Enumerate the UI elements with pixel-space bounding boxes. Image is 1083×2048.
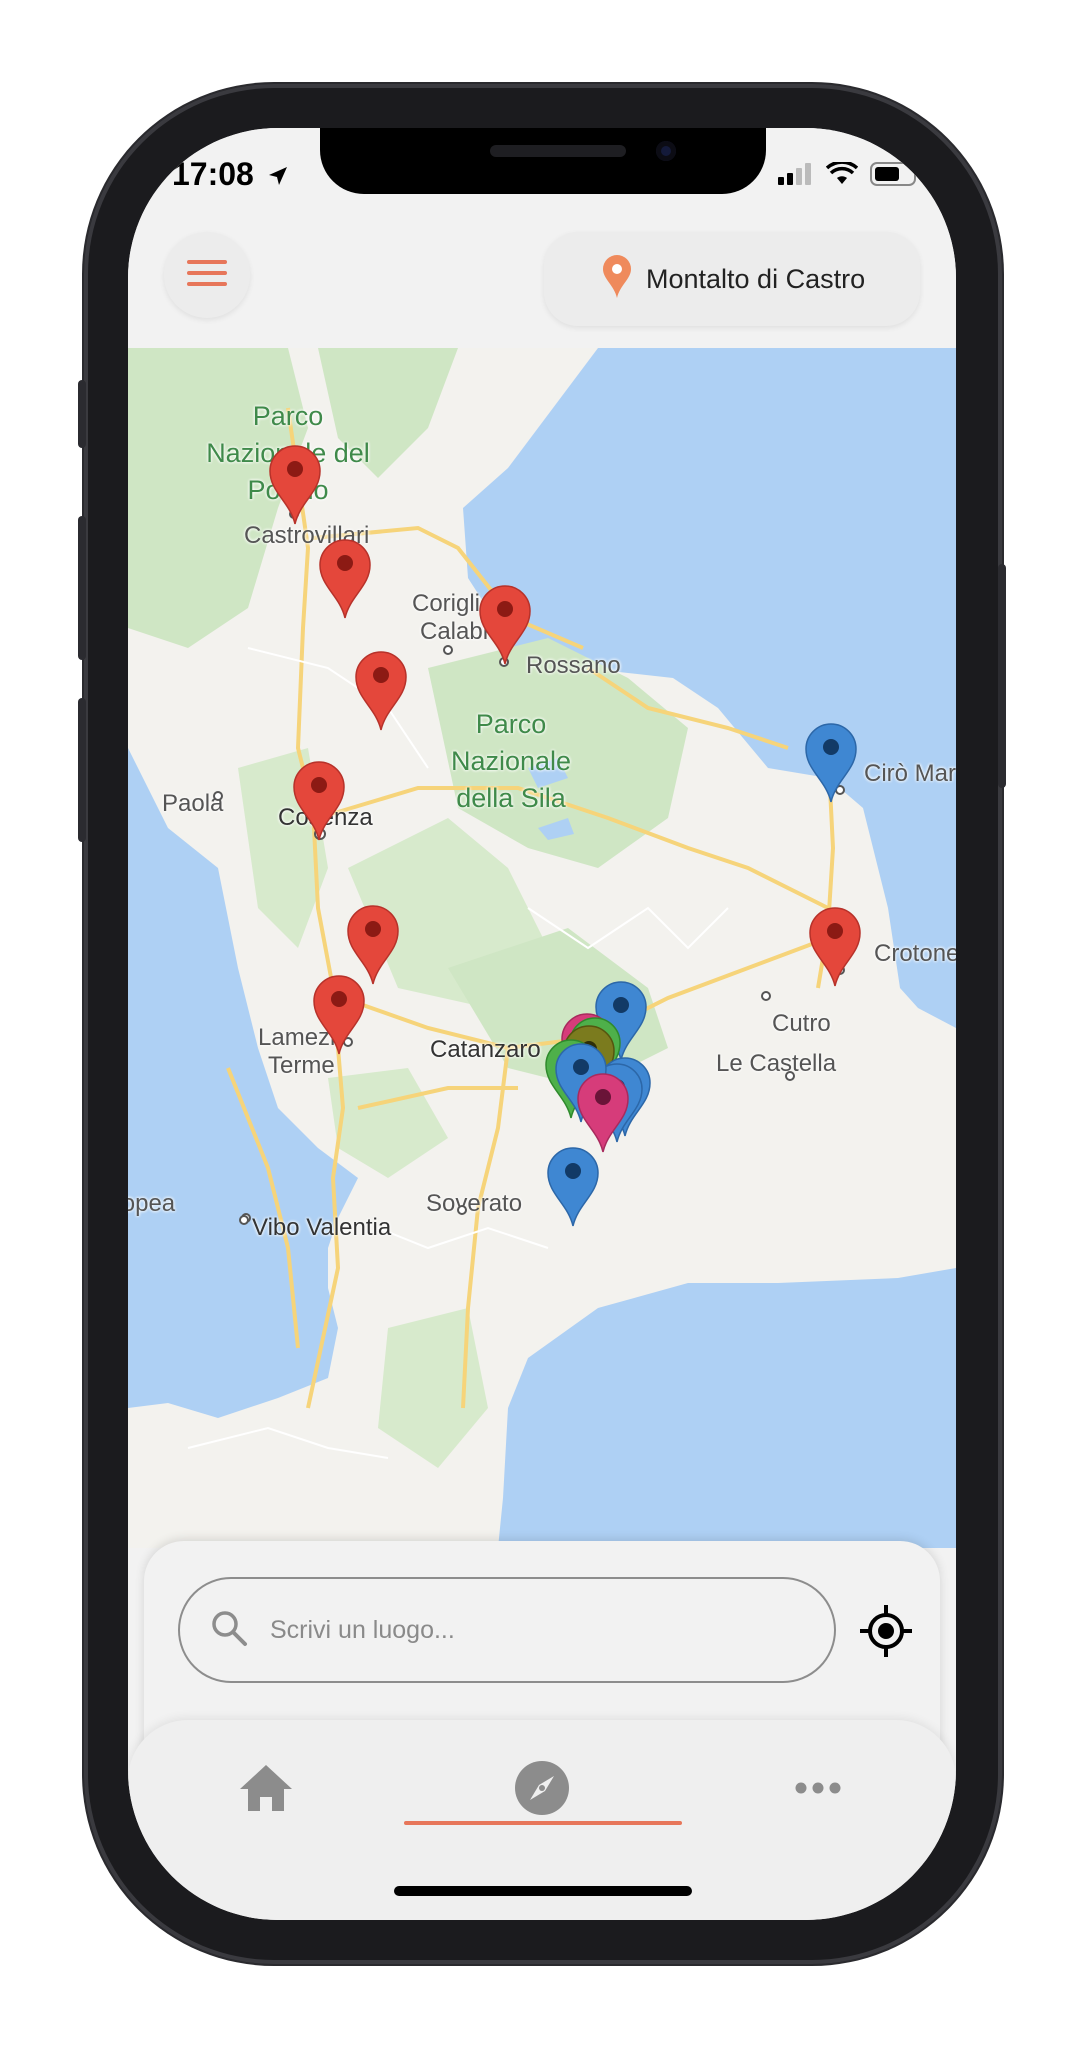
- city-label-rossano: Rossano: [526, 652, 621, 679]
- front-camera: [656, 141, 676, 161]
- home-indicator[interactable]: [394, 1886, 692, 1896]
- city-label-le-castella: Le Castella: [716, 1050, 837, 1077]
- wifi-icon: [825, 160, 859, 191]
- search-input[interactable]: Scrivi un luogo...: [178, 1577, 836, 1683]
- screen: Parco Nazionale del Pollino Parco Nazion…: [128, 128, 956, 1920]
- map-marker-blue[interactable]: [804, 722, 858, 804]
- status-icons: [778, 160, 922, 191]
- more-dots-icon: [795, 1781, 841, 1799]
- park-label-sila: Parco Nazionale della Sila: [450, 709, 572, 813]
- map-marker-red[interactable]: [808, 906, 862, 988]
- tab-more[interactable]: [758, 1740, 878, 1840]
- city-label-soverato: Soverato: [426, 1190, 523, 1217]
- active-tab-indicator: [404, 1821, 682, 1825]
- city-label-catanzaro: Catanzaro: [430, 1036, 541, 1063]
- map-marker-red[interactable]: [318, 538, 372, 620]
- home-icon: [238, 1763, 294, 1818]
- map-marker-red[interactable]: [354, 650, 408, 732]
- tab-explore[interactable]: [482, 1740, 602, 1840]
- cellular-signal-icon: [778, 163, 814, 190]
- city-label-paola: Paola: [162, 790, 224, 817]
- map-marker-red[interactable]: [268, 444, 322, 526]
- volume-up-button: [78, 516, 86, 660]
- map-marker-red[interactable]: [312, 974, 366, 1056]
- search-icon: [210, 1609, 248, 1652]
- city-label-tropea: Tropea: [128, 1190, 176, 1217]
- current-location-label: Montalto di Castro: [646, 263, 866, 294]
- map-marker-red[interactable]: [292, 760, 346, 842]
- location-services-icon: [267, 158, 289, 195]
- notch: [320, 128, 766, 194]
- map-marker-magenta[interactable]: [576, 1072, 630, 1154]
- status-time: 17:08: [172, 156, 289, 195]
- mute-switch: [78, 380, 86, 448]
- city-label-terme: Terme: [268, 1052, 335, 1079]
- map-marker-red[interactable]: [478, 584, 532, 666]
- map-pin-icon: [602, 254, 632, 304]
- tab-bar: [128, 1720, 956, 1920]
- gps-target-button[interactable]: [858, 1603, 914, 1659]
- map-view[interactable]: Parco Nazionale del Pollino Parco Nazion…: [128, 348, 956, 1548]
- volume-down-button: [78, 698, 86, 842]
- search-placeholder: Scrivi un luogo...: [270, 1615, 455, 1644]
- earpiece-speaker: [490, 145, 626, 157]
- power-button: [998, 564, 1006, 788]
- menu-button[interactable]: [164, 232, 250, 318]
- status-time-text: 17:08: [172, 156, 254, 192]
- compass-icon: [514, 1760, 570, 1821]
- city-label-crotone: Crotone: [874, 940, 956, 967]
- tab-home[interactable]: [206, 1740, 326, 1840]
- hamburger-menu-icon: [187, 258, 227, 293]
- current-location-button[interactable]: Montalto di Castro: [544, 232, 920, 326]
- city-label-vibo-valentia: Vibo Valentia: [252, 1214, 392, 1241]
- city-label-cutro: Cutro: [772, 1010, 831, 1037]
- map-marker-blue[interactable]: [546, 1146, 600, 1228]
- city-label-ciro: Cirò Mar: [864, 760, 956, 787]
- battery-icon: [870, 162, 922, 191]
- gps-target-icon: [858, 1605, 914, 1663]
